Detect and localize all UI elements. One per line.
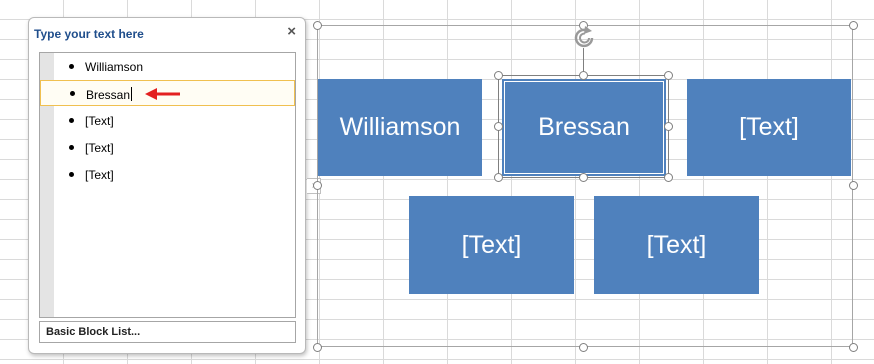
arrow-left-icon [145, 88, 180, 100]
layout-name-link[interactable]: Basic Block List... [46, 326, 140, 338]
bullet-dot-icon [69, 118, 74, 123]
resize-handle[interactable] [579, 343, 588, 352]
block-label: [Text] [739, 113, 799, 141]
bullet-dot-icon [70, 91, 75, 96]
resize-handle[interactable] [313, 181, 322, 190]
shape-resize-handle[interactable] [494, 122, 503, 131]
text-caret [131, 87, 133, 101]
bullet-item[interactable]: [Text] [40, 162, 295, 188]
pane-title: Type your text here [34, 27, 144, 41]
bullet-dot-icon [69, 64, 74, 69]
shape-resize-handle[interactable] [494, 173, 503, 182]
resize-handle[interactable] [849, 21, 858, 30]
block-label: Bressan [538, 113, 630, 141]
block-shape[interactable]: [Text] [409, 196, 574, 294]
block-shape-selected[interactable]: Bressan [502, 79, 666, 176]
bullet-item-active[interactable]: Bressan [40, 80, 295, 106]
bullet-item[interactable]: Williamson [40, 54, 295, 80]
shape-resize-handle[interactable] [579, 173, 588, 182]
shape-resize-handle[interactable] [579, 71, 588, 80]
bullet-dot-icon [69, 172, 74, 177]
smartart-text-pane: Type your text here × Williamson Bressan… [28, 17, 306, 354]
close-icon[interactable]: × [287, 23, 296, 40]
bullet-item-text[interactable]: [Text] [85, 168, 114, 182]
rotate-icon[interactable] [572, 26, 598, 50]
bullet-item-text[interactable]: [Text] [85, 141, 114, 155]
shape-resize-handle[interactable] [494, 71, 503, 80]
bullet-dot-icon [69, 145, 74, 150]
block-shape[interactable]: [Text] [687, 79, 851, 176]
block-shape[interactable]: [Text] [594, 196, 759, 294]
resize-handle[interactable] [849, 343, 858, 352]
bullet-item[interactable]: [Text] [40, 108, 295, 134]
bullet-list[interactable]: Williamson Bressan [Text] [Text] [Text] [39, 52, 296, 318]
resize-handle[interactable] [313, 21, 322, 30]
layout-name-box[interactable]: Basic Block List... [39, 321, 296, 343]
shape-resize-handle[interactable] [664, 71, 673, 80]
bullet-item-text[interactable]: Bressan [86, 87, 133, 102]
block-shape[interactable]: Williamson [318, 79, 482, 176]
shape-resize-handle[interactable] [664, 122, 673, 131]
shape-resize-handle[interactable] [664, 173, 673, 182]
block-label: [Text] [646, 230, 707, 259]
bullet-item-text[interactable]: Williamson [85, 60, 143, 74]
block-label: Williamson [339, 113, 461, 141]
block-label: [Text] [461, 230, 522, 259]
resize-handle[interactable] [849, 181, 858, 190]
bullet-item-text[interactable]: [Text] [85, 114, 114, 128]
bullet-item[interactable]: [Text] [40, 135, 295, 161]
resize-handle[interactable] [313, 343, 322, 352]
bullet-item-text-value[interactable]: Bressan [86, 88, 130, 102]
